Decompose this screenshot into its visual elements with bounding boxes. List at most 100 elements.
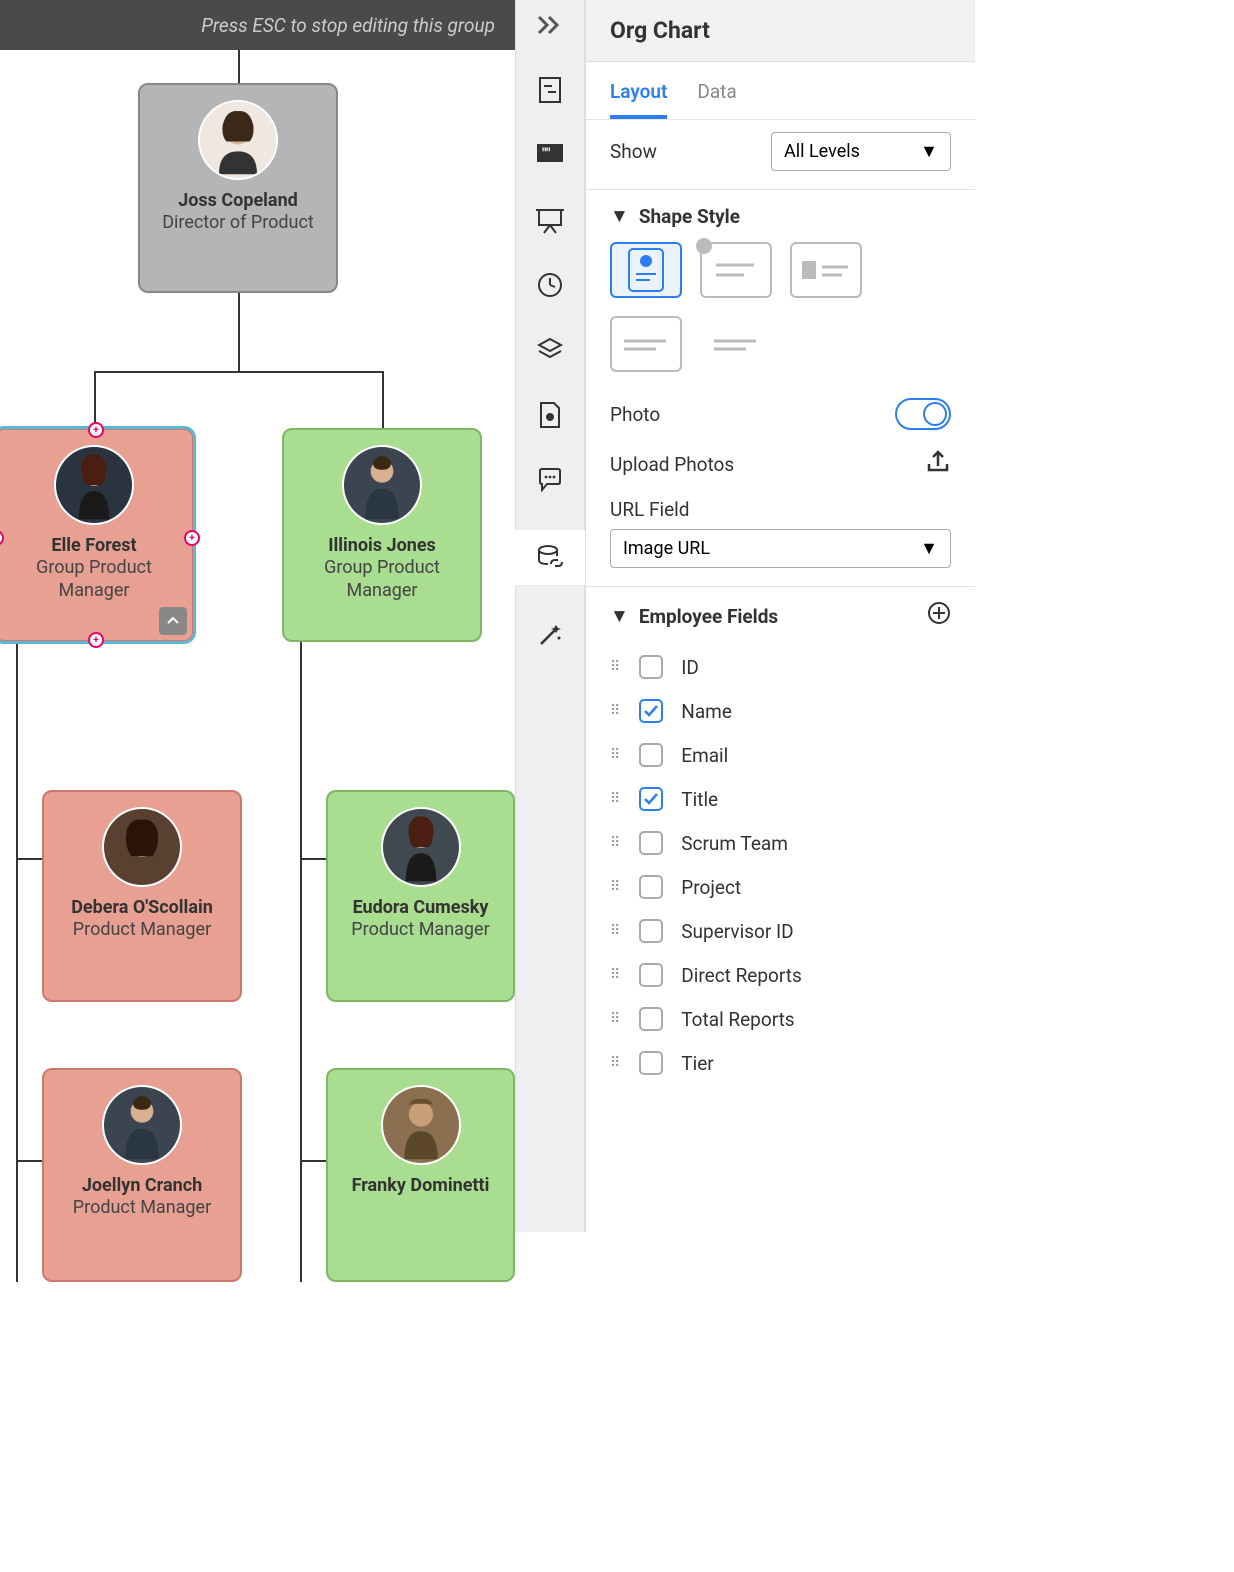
comments-icon[interactable] [535,465,565,495]
field-checkbox[interactable] [639,875,663,899]
collapse-icon[interactable] [159,607,187,635]
field-checkbox[interactable] [639,787,663,811]
field-checkbox[interactable] [639,699,663,723]
presentation-icon[interactable] [535,205,565,235]
field-label: Tier [681,1052,713,1075]
org-card-left-r2[interactable]: Joellyn Cranch Product Manager [42,1068,242,1282]
document-settings-icon[interactable] [535,75,565,105]
file-data-icon[interactable] [535,400,565,430]
divider [586,189,975,190]
handle-left[interactable]: + [0,530,4,546]
org-card-left-r1[interactable]: Debera O'Scollain Product Manager [42,790,242,1002]
field-row: ⠿ Scrum Team [610,821,951,865]
upload-icon[interactable] [925,448,951,480]
drag-handle-icon[interactable]: ⠿ [610,747,621,763]
connector [238,293,240,371]
data-link-icon[interactable] [515,530,585,585]
tab-layout[interactable]: Layout [610,80,667,119]
connector [300,642,302,1282]
field-checkbox[interactable] [639,743,663,767]
field-label: Total Reports [681,1008,794,1031]
avatar [381,807,461,887]
show-select[interactable]: All Levels ▼ [771,132,951,171]
field-label: ID [681,656,699,679]
org-card-root[interactable]: Joss Copeland Director of Product [138,83,338,293]
field-row: ⠿ Email [610,733,951,777]
shape-card-lines[interactable] [700,316,772,372]
chart-canvas[interactable]: Joss Copeland Director of Product + + + … [0,50,515,1232]
card-name: Franky Dominetti [352,1175,490,1196]
field-label: Scrum Team [681,832,788,855]
tab-data[interactable]: Data [697,80,736,119]
drag-handle-icon[interactable]: ⠿ [610,923,621,939]
card-title: Group Product Manager [6,556,182,603]
drag-handle-icon[interactable]: ⠿ [610,659,621,675]
card-name: Elle Forest [51,535,136,556]
avatar [342,445,422,525]
field-checkbox[interactable] [639,655,663,679]
panel-tabs: Layout Data [586,62,975,120]
card-title: Product Manager [351,918,489,941]
connector [16,858,44,860]
show-label: Show [610,140,657,163]
connector [238,50,240,83]
field-row: ⠿ ID [610,645,951,689]
card-name: Debera O'Scollain [71,897,213,918]
org-card-right-r2[interactable]: Franky Dominetti [326,1068,515,1282]
svg-text:"": "" [542,146,551,162]
avatar [198,100,278,180]
handle-top[interactable]: + [88,422,104,438]
drag-handle-icon[interactable]: ⠿ [610,791,621,807]
shape-card-side-photo[interactable] [700,242,772,298]
org-card-right-r1[interactable]: Eudora Cumesky Product Manager [326,790,515,1002]
field-checkbox[interactable] [639,831,663,855]
chevron-down-icon: ▼ [610,604,629,628]
layers-icon[interactable] [535,335,565,365]
handle-bottom[interactable]: + [88,632,104,648]
drag-handle-icon[interactable]: ⠿ [610,703,621,719]
field-list: ⠿ID⠿Name⠿Email⠿Title⠿Scrum Team⠿Project⠿… [610,645,951,1085]
upload-label: Upload Photos [610,453,734,476]
card-title: Product Manager [73,1196,211,1219]
drag-handle-icon[interactable]: ⠿ [610,1055,621,1071]
connector [94,371,96,429]
card-title: Product Manager [73,918,211,941]
field-label: Email [681,744,728,767]
field-checkbox[interactable] [639,963,663,987]
field-checkbox[interactable] [639,1051,663,1075]
field-checkbox[interactable] [639,919,663,943]
drag-handle-icon[interactable]: ⠿ [610,835,621,851]
section-shape-style[interactable]: ▼ Shape Style [610,204,951,228]
magic-wand-icon[interactable] [535,620,565,650]
org-card-left-mgr[interactable]: + + + + Elle Forest Group Product Manage… [0,428,194,642]
shape-card-block[interactable] [790,242,862,298]
quote-icon[interactable]: "" [535,140,565,170]
shape-card-lines-boxed[interactable] [610,316,682,372]
drag-handle-icon[interactable]: ⠿ [610,1011,621,1027]
url-field-label: URL Field [610,498,951,521]
banner-text: Press ESC to stop editing this group [201,14,495,37]
field-row: ⠿Direct Reports [610,953,951,997]
handle-right[interactable]: + [184,530,200,546]
expand-icon[interactable] [535,10,565,40]
panel-header: Org Chart [586,0,975,62]
connector [300,1160,328,1162]
card-name: Joss Copeland [178,190,298,211]
shape-card-photo[interactable] [610,242,682,298]
chevron-down-icon: ▼ [920,141,938,162]
url-field-value: Image URL [623,538,710,559]
field-row: ⠿Title [610,777,951,821]
drag-handle-icon[interactable]: ⠿ [610,879,621,895]
field-checkbox[interactable] [639,1007,663,1031]
url-field-select[interactable]: Image URL ▼ [610,529,951,568]
add-field-icon[interactable] [927,601,951,631]
section-employee-fields[interactable]: ▼ Employee Fields [610,601,951,631]
toolbar-rail: "" [515,0,585,1232]
card-name: Joellyn Cranch [82,1175,202,1196]
connector [94,371,384,373]
drag-handle-icon[interactable]: ⠿ [610,967,621,983]
clock-icon[interactable] [535,270,565,300]
connector [300,858,328,860]
org-card-right-mgr[interactable]: Illinois Jones Group Product Manager [282,428,482,642]
photo-toggle[interactable] [895,398,951,430]
